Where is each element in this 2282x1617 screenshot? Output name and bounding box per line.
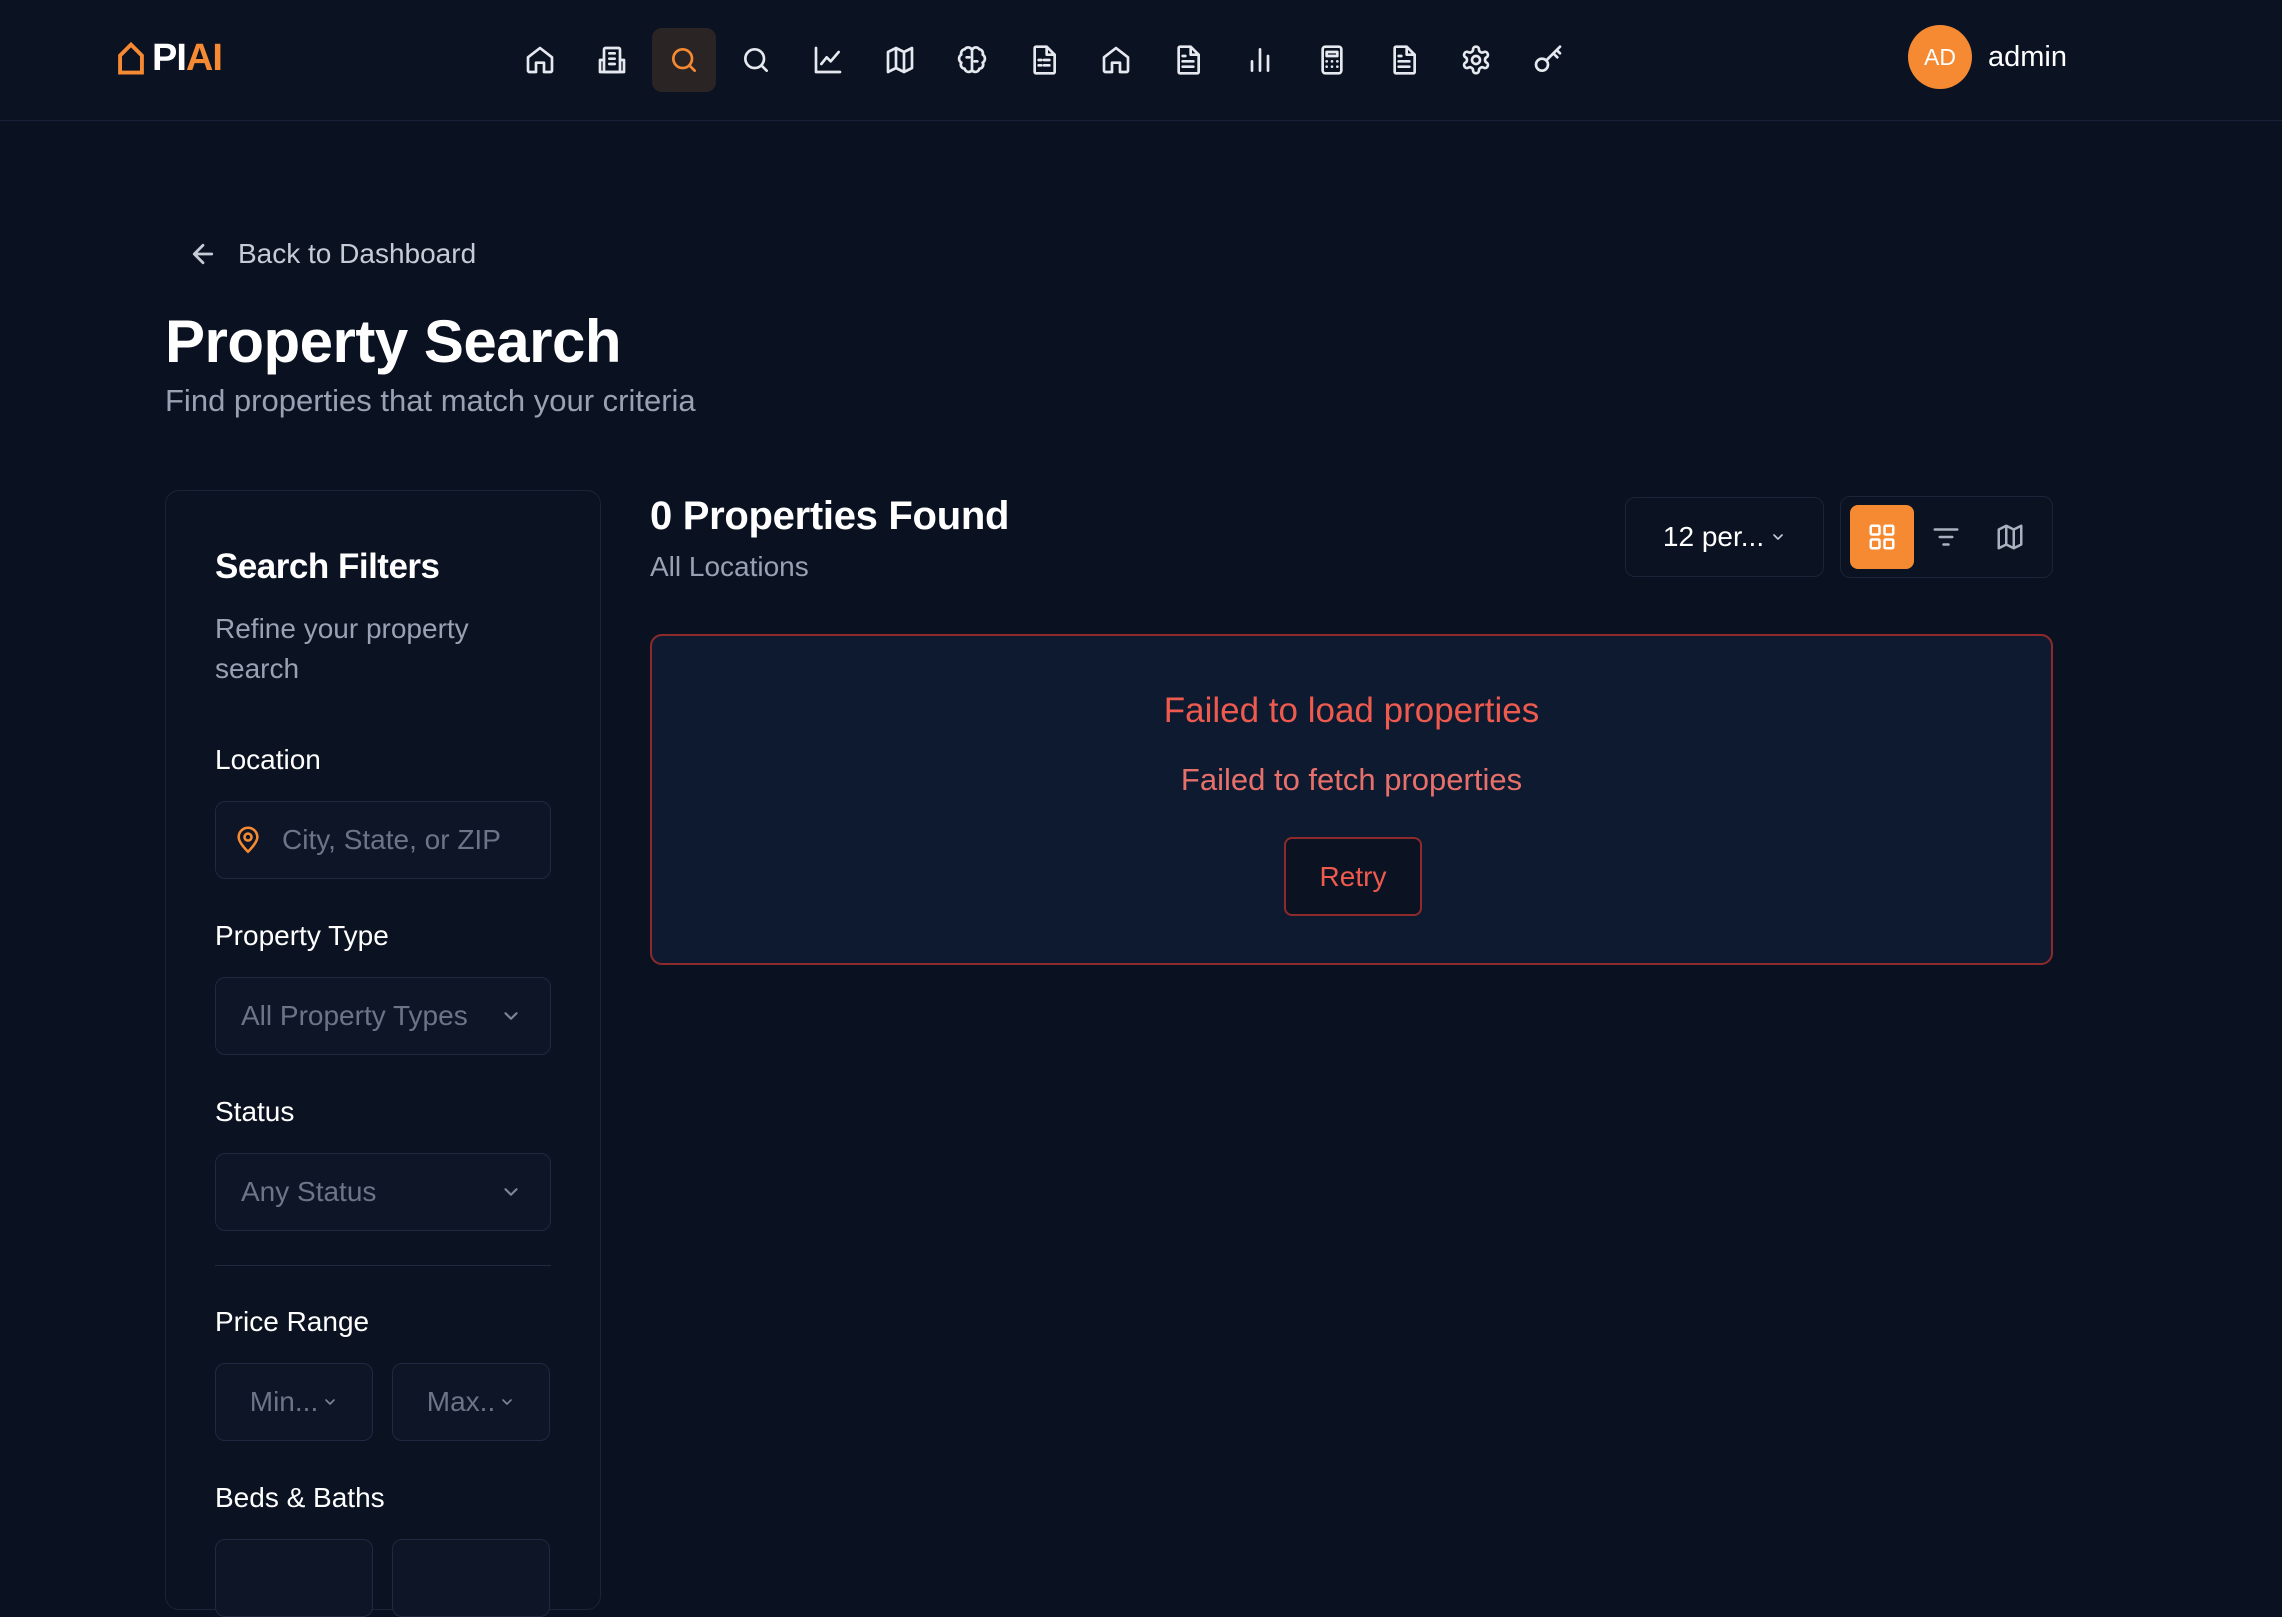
property-type-value: All Property Types	[241, 1000, 468, 1031]
nav-sheets-button[interactable]	[1012, 28, 1076, 92]
error-message: Failed to fetch properties	[1180, 762, 1523, 797]
house-outline-icon	[118, 41, 144, 75]
property-type-select[interactable]: All Property Types	[215, 977, 551, 1055]
nav-search-button[interactable]	[724, 28, 788, 92]
chevron-down-icon	[504, 1188, 518, 1196]
chevron-down-icon	[325, 1399, 336, 1405]
property-type-label: Property Type	[215, 920, 389, 951]
nav-properties-button[interactable]	[1084, 28, 1148, 92]
grid-view-button[interactable]	[1850, 505, 1914, 569]
search-filters-panel: Search Filters Refine your property sear…	[165, 490, 601, 1617]
home-icon	[526, 46, 554, 74]
search-icon	[672, 48, 696, 72]
status-select[interactable]: Any Status	[215, 1153, 551, 1231]
avatar[interactable]: AD	[1908, 25, 1972, 89]
nav-ai-button[interactable]	[940, 28, 1004, 92]
house-icon	[1102, 46, 1130, 74]
filters-description: Refine your property search	[215, 613, 469, 684]
nav-icon-bar	[508, 16, 1580, 104]
per-page-value: 12 per...	[1662, 521, 1765, 552]
map-view-button[interactable]	[1978, 505, 2042, 569]
nav-api-keys-button[interactable]	[1516, 28, 1580, 92]
list-view-button[interactable]	[1914, 505, 1978, 569]
chevron-down-icon	[502, 1399, 513, 1405]
location-input[interactable]: City, State, or ZIP	[215, 801, 551, 879]
map-pin-icon	[237, 826, 259, 854]
file-text-icon	[1393, 45, 1416, 75]
nav-analytics-button[interactable]	[796, 28, 860, 92]
location-label: Location	[215, 744, 321, 775]
calculator-icon	[1321, 45, 1343, 75]
document-icon	[1177, 45, 1200, 75]
price-min-value: Min...	[249, 1386, 319, 1417]
list-filter-icon	[1933, 528, 1959, 546]
error-title: Failed to load properties	[1163, 691, 1540, 730]
filters-title: Search Filters	[215, 547, 440, 586]
filters-divider	[215, 1265, 551, 1266]
nav-reports-button[interactable]	[1228, 28, 1292, 92]
brand-name-part2: AI	[185, 36, 223, 79]
price-range-label: Price Range	[215, 1306, 370, 1337]
per-page-select[interactable]: 12 per...	[1625, 497, 1824, 577]
grid-view-icon	[1869, 524, 1895, 550]
status-value: Any Status	[241, 1176, 377, 1207]
brand-name-part1: PI	[152, 36, 187, 79]
bar-chart-icon	[1250, 48, 1270, 72]
back-link-label: Back to Dashboard	[238, 238, 477, 269]
gear-icon	[1462, 45, 1490, 75]
username: admin	[1988, 40, 2067, 73]
price-min-select[interactable]: Min...	[215, 1363, 373, 1441]
results-count: 0 Properties Found	[650, 494, 1010, 538]
brain-icon	[957, 46, 987, 74]
beds-select[interactable]	[215, 1539, 373, 1617]
price-max-value: Max..	[426, 1386, 496, 1417]
map-icon	[886, 46, 914, 74]
key-icon	[1534, 45, 1562, 72]
baths-select[interactable]	[392, 1539, 550, 1617]
page-title: Property Search	[165, 308, 622, 375]
map-view-icon	[1997, 524, 2023, 550]
building-icon	[598, 46, 626, 74]
top-navigation-bar: PI AI AD admin	[0, 0, 2282, 121]
nav-calculator-button[interactable]	[1300, 28, 1364, 92]
nav-files-button[interactable]	[1372, 28, 1436, 92]
nav-home-button[interactable]	[508, 28, 572, 92]
user-menu[interactable]: AD admin	[1908, 25, 2067, 89]
brand-logo[interactable]: PI AI	[116, 36, 223, 80]
chevron-down-icon	[504, 1012, 518, 1020]
nav-map-button[interactable]	[868, 28, 932, 92]
back-to-dashboard-link[interactable]: Back to Dashboard	[188, 234, 476, 274]
chart-line-icon	[814, 46, 842, 74]
page-subtitle: Find properties that match your criteria	[165, 383, 696, 418]
nav-documents-button[interactable]	[1156, 28, 1220, 92]
results-location: All Locations	[650, 551, 809, 582]
beds-baths-label: Beds & Baths	[215, 1482, 385, 1513]
location-placeholder: City, State, or ZIP	[282, 824, 501, 855]
retry-button[interactable]: Retry	[1284, 837, 1422, 916]
arrow-left-icon	[192, 243, 214, 265]
view-mode-toggle	[1840, 496, 2053, 578]
nav-property-search-button[interactable]	[652, 28, 716, 92]
nav-buildings-button[interactable]	[580, 28, 644, 92]
error-alert: Failed to load properties Failed to fetc…	[650, 634, 2053, 965]
nav-settings-button[interactable]	[1444, 28, 1508, 92]
spreadsheet-icon	[1033, 45, 1056, 75]
search-icon	[744, 48, 768, 72]
status-label: Status	[215, 1096, 295, 1127]
chevron-down-icon	[1773, 534, 1783, 540]
price-max-select[interactable]: Max..	[392, 1363, 550, 1441]
